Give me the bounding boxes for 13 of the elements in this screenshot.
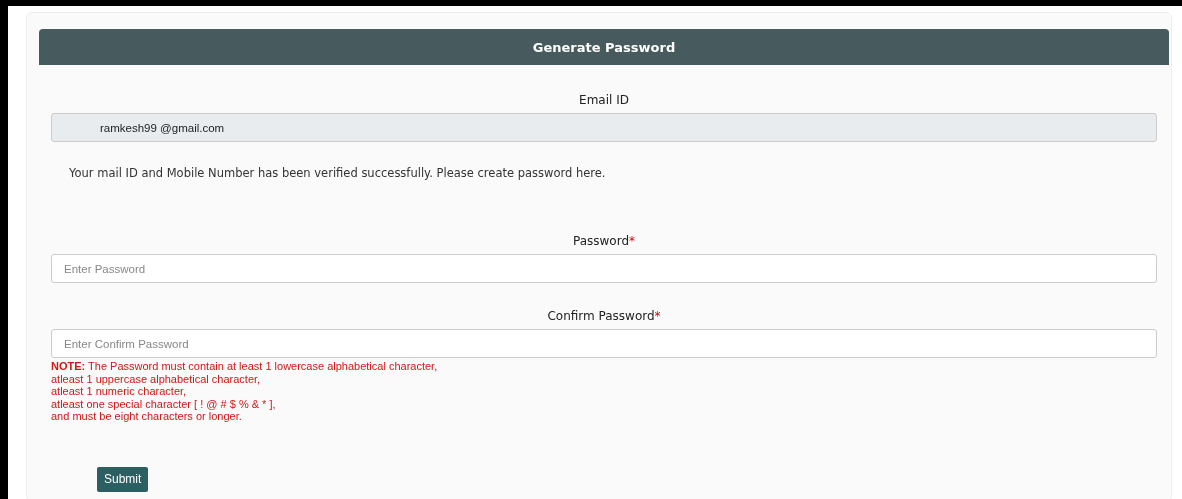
note-line: atleast 1 numeric character, (51, 385, 187, 398)
field-label: Password* (572, 234, 636, 248)
note-line: atleast one special character [ ! @ # $ % & * ], (51, 397, 276, 410)
submit-button[interactable]: Submit (97, 466, 149, 492)
note-line: NOTE: The Password must contain at least 1 lowercase alphabetical character, (51, 360, 438, 373)
field-label: Email ID (579, 93, 629, 107)
note-line: and must be eight characters or longer. (51, 410, 242, 423)
success-message: Your mail ID and Mobile Number has been verified successfully. Please create password here. (69, 166, 607, 180)
password-field[interactable]: Enter Password (51, 254, 1157, 283)
field-label: Confirm Password* (547, 309, 661, 323)
password-field[interactable]: Enter Confirm Password (51, 329, 1157, 358)
form-title: Generate Password (532, 39, 676, 55)
note-line: atleast 1 uppercase alphabetical character, (51, 372, 261, 385)
